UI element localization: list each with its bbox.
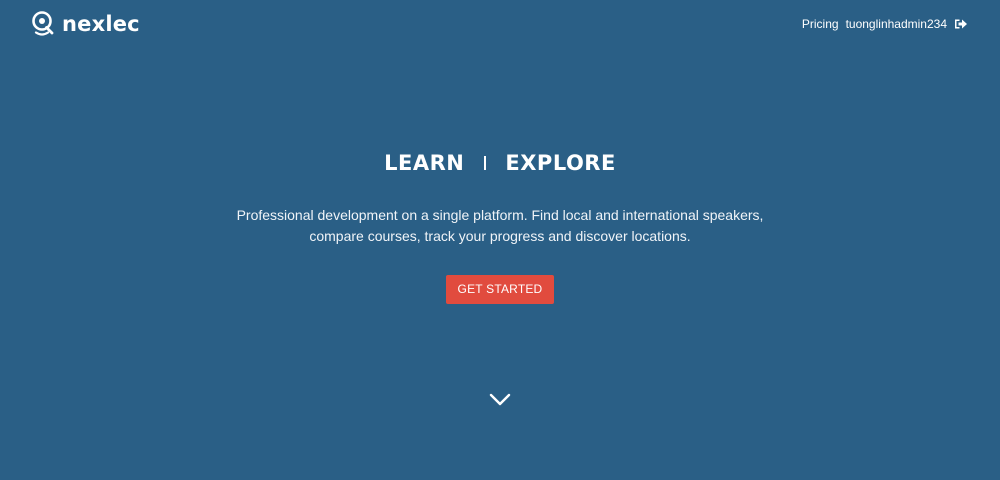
logo-icon	[32, 11, 54, 36]
hero-title: LEARN EXPLORE	[0, 148, 1000, 178]
get-started-button[interactable]: GET STARTED	[446, 275, 554, 304]
chevron-down-icon[interactable]	[489, 391, 511, 409]
hero-description-line-1: Professional development on a single pla…	[236, 207, 764, 223]
hero-title-explore: EXPLORE	[505, 151, 616, 175]
site-header: nexlec Pricing tuonglinhadmin234	[0, 0, 1000, 48]
brand-logo[interactable]: nexlec	[31, 11, 140, 37]
hero-title-divider	[484, 156, 487, 170]
hero-description-line-2: compare courses, track your progress and…	[309, 228, 691, 244]
hero-title-learn: LEARN	[384, 151, 465, 175]
sign-out-icon[interactable]	[954, 18, 968, 30]
top-nav: Pricing tuonglinhadmin234	[802, 15, 968, 33]
hero-description: Professional development on a single pla…	[0, 205, 1000, 247]
brand-name: nexlec	[62, 12, 140, 36]
nav-user-link[interactable]: tuonglinhadmin234	[846, 15, 947, 33]
nav-pricing-link[interactable]: Pricing	[802, 15, 839, 33]
